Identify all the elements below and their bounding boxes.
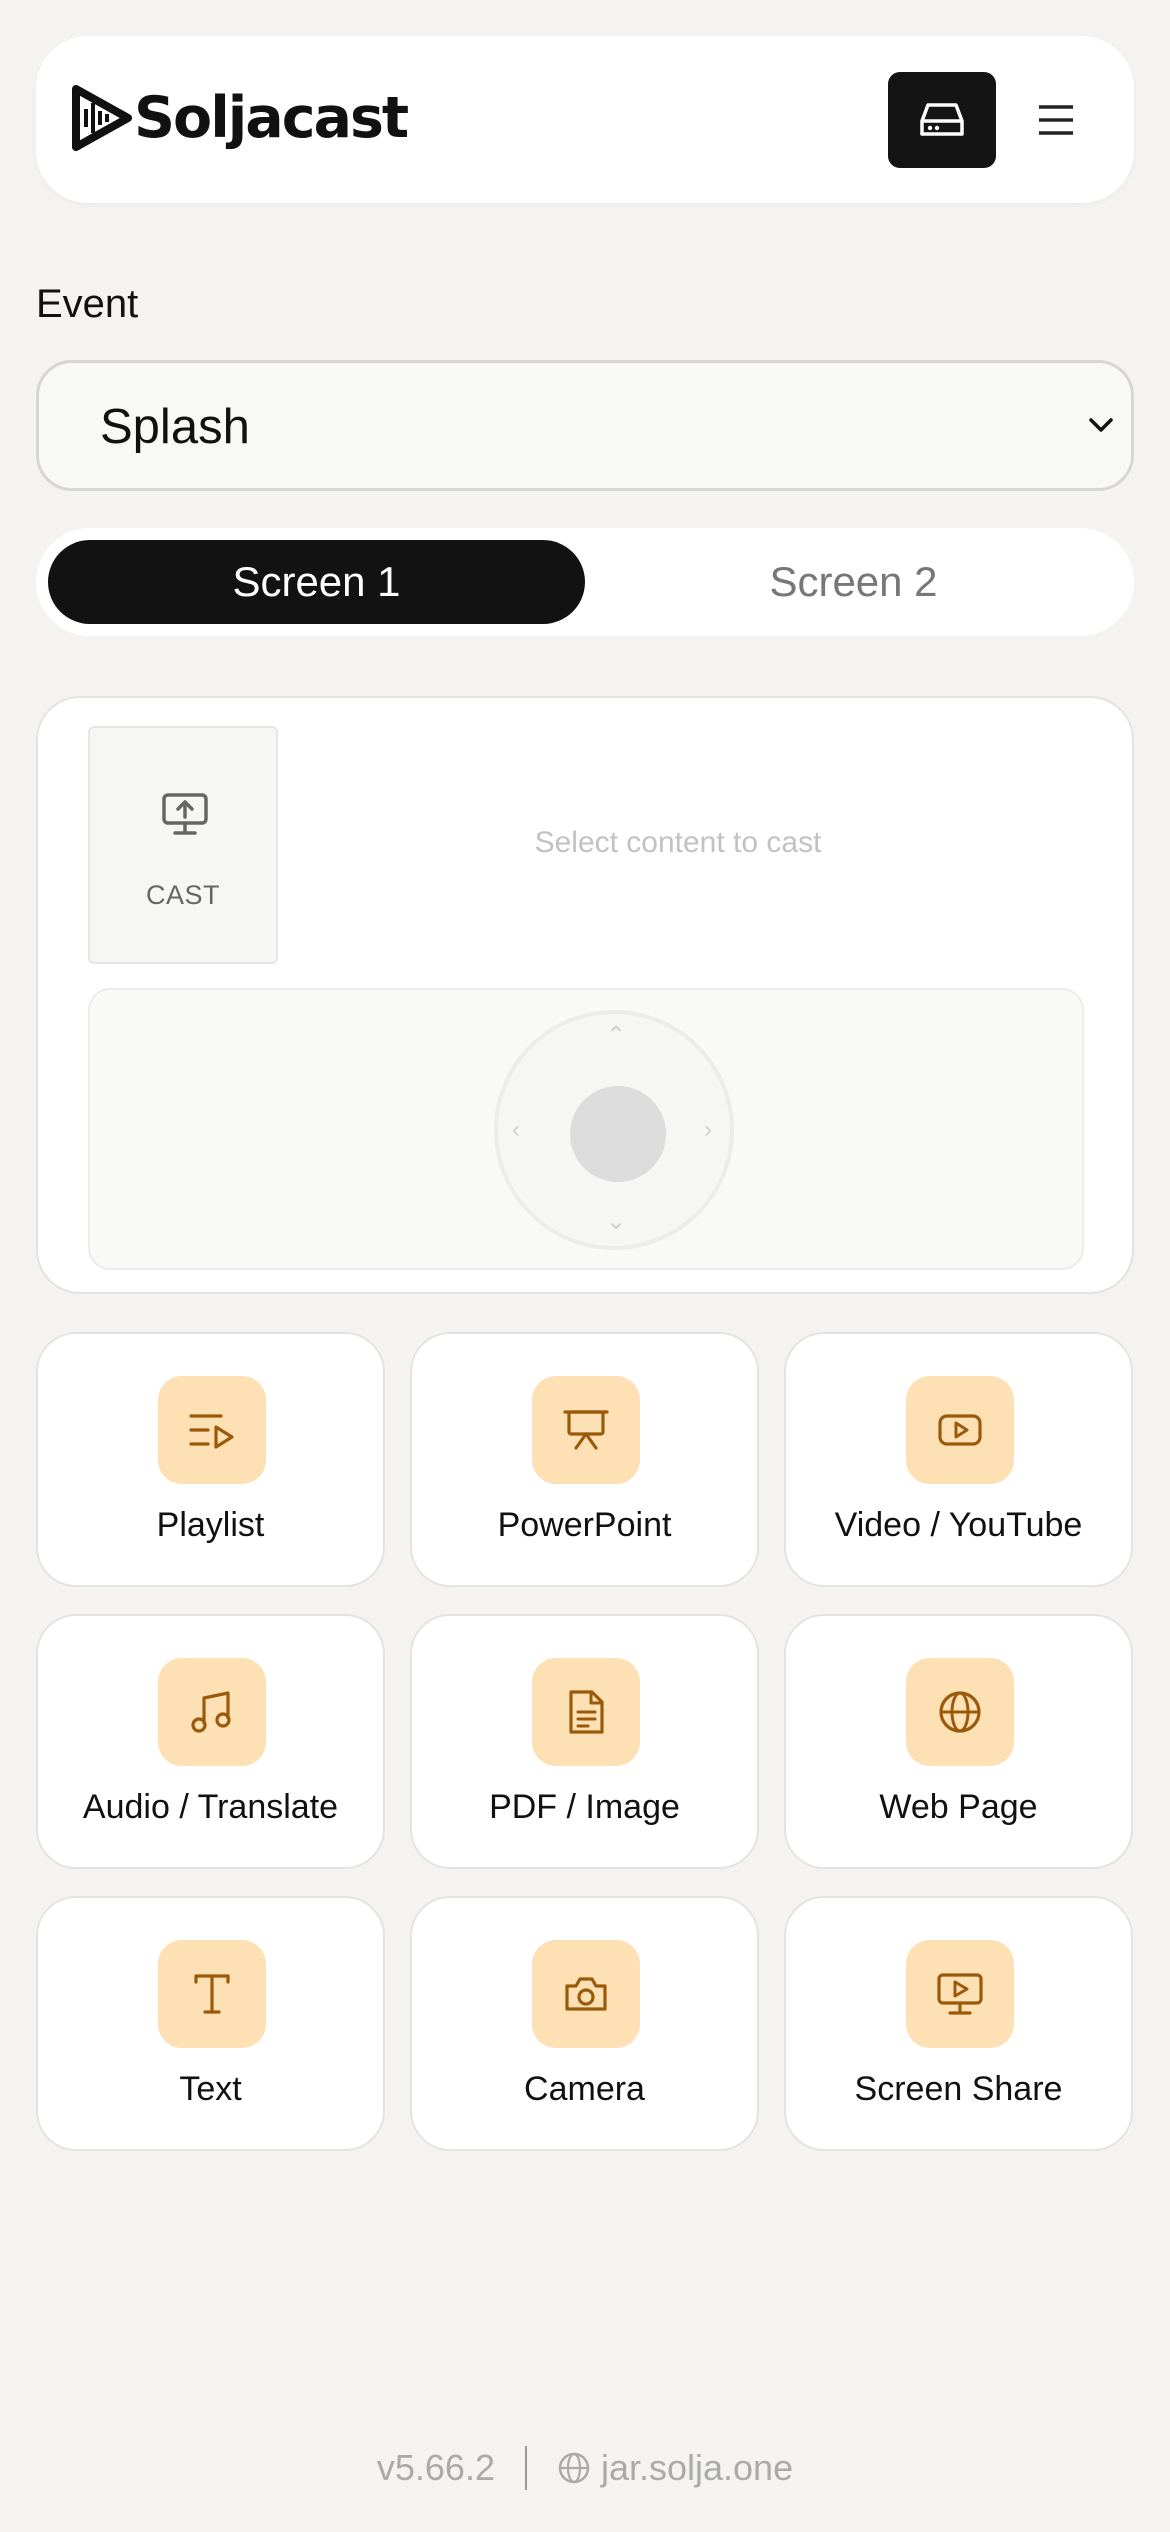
presentation-icon bbox=[532, 1376, 640, 1484]
content-tile-text[interactable]: Text bbox=[36, 1896, 385, 2151]
cast-label: CAST bbox=[145, 880, 220, 910]
event-selected-value: Splash bbox=[100, 400, 250, 454]
text-icon bbox=[158, 1940, 266, 2048]
globe-icon bbox=[906, 1658, 1014, 1766]
tab-screen-2[interactable]: Screen 2 bbox=[585, 540, 1122, 624]
content-tile-pdf-image[interactable]: PDF / Image bbox=[410, 1614, 759, 1869]
cast-button[interactable]: CAST bbox=[88, 726, 278, 964]
dpad-right-arrow-icon[interactable]: › bbox=[704, 1118, 712, 1142]
content-tile-label: Screen Share bbox=[854, 2070, 1063, 2108]
event-label: Event bbox=[36, 282, 139, 326]
content-tile-label: Text bbox=[179, 2070, 242, 2108]
content-tile-powerpoint[interactable]: PowerPoint bbox=[410, 1332, 759, 1587]
screen-tabs: Screen 1 Screen 2 bbox=[36, 528, 1134, 636]
app-logo[interactable]: Soljacast bbox=[70, 82, 409, 154]
content-tile-label: PDF / Image bbox=[489, 1788, 680, 1826]
cast-preview-panel: CAST Select content to cast ⌃ ⌄ ‹ › bbox=[36, 696, 1134, 1294]
content-tile-label: PowerPoint bbox=[497, 1506, 672, 1544]
content-tile-label: Video / YouTube bbox=[834, 1506, 1083, 1544]
dpad-center-button[interactable] bbox=[570, 1086, 666, 1182]
globe-icon bbox=[557, 2451, 591, 2485]
empty-state-message: Select content to cast bbox=[534, 826, 822, 859]
content-tile-web-page[interactable]: Web Page bbox=[784, 1614, 1133, 1869]
content-tile-label: Playlist bbox=[156, 1506, 265, 1544]
dpad-left-arrow-icon[interactable]: ‹ bbox=[512, 1118, 520, 1142]
event-select[interactable]: Splash bbox=[36, 360, 1134, 491]
playlist-icon bbox=[158, 1376, 266, 1484]
music-icon bbox=[158, 1658, 266, 1766]
content-tile-label: Camera bbox=[524, 2070, 645, 2108]
drive-icon bbox=[920, 103, 964, 136]
app-name: Soljacast bbox=[134, 85, 409, 151]
tab-screen-1[interactable]: Screen 1 bbox=[48, 540, 585, 624]
content-tile-screen-share[interactable]: Screen Share bbox=[784, 1896, 1133, 2151]
camera-icon bbox=[532, 1940, 640, 2048]
device-button[interactable] bbox=[888, 72, 996, 168]
video-icon bbox=[906, 1376, 1014, 1484]
screen-share-icon bbox=[906, 1940, 1014, 2048]
remote-control-area: ⌃ ⌄ ‹ › bbox=[88, 988, 1084, 1270]
chevron-down-icon bbox=[1089, 418, 1113, 432]
site-link[interactable]: jar.solja.one bbox=[601, 2447, 793, 2489]
content-tile-video-youtube[interactable]: Video / YouTube bbox=[784, 1332, 1133, 1587]
content-tile-label: Web Page bbox=[879, 1788, 1038, 1826]
app-version: v5.66.2 bbox=[376, 2447, 495, 2488]
content-type-grid: Playlist PowerPoint Video / YouTube Audi… bbox=[36, 1332, 1134, 2151]
content-tile-playlist[interactable]: Playlist bbox=[36, 1332, 385, 1587]
menu-button[interactable] bbox=[1026, 90, 1086, 150]
content-tile-audio-translate[interactable]: Audio / Translate bbox=[36, 1614, 385, 1869]
hamburger-menu-icon bbox=[1039, 105, 1073, 135]
document-icon bbox=[532, 1658, 640, 1766]
logo-play-icon bbox=[72, 85, 132, 151]
dpad-down-arrow-icon[interactable]: ⌄ bbox=[606, 1210, 626, 1234]
app-footer: v5.66.2 jar.solja.one bbox=[0, 2446, 1170, 2490]
app-header: Soljacast bbox=[36, 36, 1134, 203]
content-tile-camera[interactable]: Camera bbox=[410, 1896, 759, 2151]
content-tile-label: Audio / Translate bbox=[82, 1788, 339, 1826]
dpad[interactable]: ⌃ ⌄ ‹ › bbox=[494, 1010, 734, 1250]
footer-divider bbox=[524, 2446, 527, 2490]
dpad-up-arrow-icon[interactable]: ⌃ bbox=[606, 1024, 626, 1048]
cast-monitor-icon bbox=[162, 793, 208, 835]
